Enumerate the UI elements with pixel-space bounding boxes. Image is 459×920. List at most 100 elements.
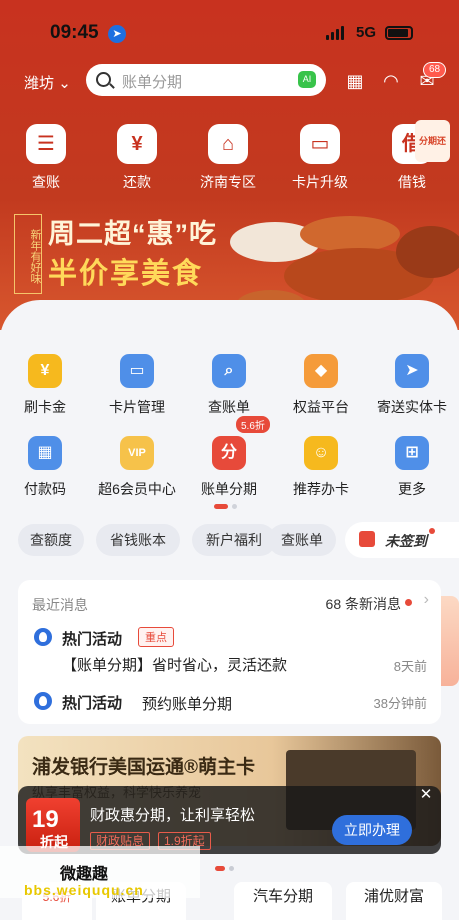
installment-popup[interactable]: 19 折起 财政惠分期，让利享轻松 财政贴息 1.9折起 立即办理 ✕ [18,786,441,854]
message-text[interactable]: 【账单分期】省时省心，灵活还款 [62,654,287,675]
discount-badge: 19 折起 [26,798,80,852]
discount-tag: 5.6折 [236,416,270,433]
coin-icon: ¥ [28,354,62,388]
service-rights[interactable]: ◆ 权益平台 [276,354,366,417]
search-bill-icon: ⌕ [212,354,246,388]
service-more[interactable]: ⊞ 更多 [367,436,457,499]
service-card-manage[interactable]: ▭ 卡片管理 [92,354,182,417]
quick-action-label: 济南专区 [200,174,256,190]
search-icon [96,72,111,87]
city-name: 潍坊 [24,75,55,92]
close-icon[interactable]: ✕ [417,786,435,804]
borrow-icon: 借 分期还 [392,120,450,164]
service-check-bill[interactable]: ⌕ 查账单 [184,354,274,417]
banner-subtitle: 半价享美食 [48,258,204,290]
apply-now-button[interactable]: 立即办理 [332,815,412,845]
recommend-car-loan[interactable]: 汽车分期 [234,882,332,920]
discount-number: 19 [32,806,59,833]
new-messages-count[interactable]: 68 条新消息 [326,594,401,614]
message-text[interactable]: 预约账单分期 [142,693,232,714]
quick-action-borrow[interactable]: 借 分期还 借钱 [374,120,450,192]
quick-action-jinan[interactable]: ⌂ 济南专区 [190,124,266,192]
fire-icon [34,692,52,710]
promo-pagination [215,866,234,871]
calendar-icon [359,531,375,547]
send-card-icon: ➤ [395,354,429,388]
notification-dot [429,528,435,534]
message-time: 38分钟前 [373,696,427,711]
banner-side-text: 新年有好味 [14,214,42,294]
quick-action-repay[interactable]: ¥ 还款 [99,124,175,192]
vip-icon: VIP [120,436,154,470]
food-image [396,226,459,278]
important-tag: 重点 [138,627,174,647]
watermark-url: bbs.weiququ.cn [24,882,144,898]
chip-savings-book[interactable]: 省钱账本 [96,524,180,556]
status-time: 09:45 [50,22,99,43]
service-send-card[interactable]: ➤ 寄送实体卡 [367,354,457,417]
service-label: 查账单 [208,399,250,415]
quick-actions: ☰ 查账 ¥ 还款 ⌂ 济南专区 ▭ 卡片升级 借 分期还 借钱 [0,120,459,194]
recommend-wealth[interactable]: 浦优财富 [346,882,442,920]
service-label: 超6会员中心 [98,481,176,497]
ai-assistant-icon[interactable]: AI [298,71,316,88]
service-label: 付款码 [24,481,66,497]
card-upgrade-icon: ▭ [300,124,340,164]
service-installment[interactable]: 分 5.6折 账单分期 [184,416,274,499]
search-bar[interactable]: 账单分期 AI [86,64,326,96]
top-toolbar: 潍坊 ⌄ 账单分期 AI ▦ ◠ ✉ 68 [0,62,459,98]
service-label: 寄送实体卡 [377,399,447,415]
shortcut-chips: 查额度 省钱账本 新户福利 查账单 未签到 [18,522,459,558]
money-bag-icon: ¥ [117,124,157,164]
service-label: 权益平台 [293,399,349,415]
pay-code-icon: ▦ [28,436,62,470]
service-vip[interactable]: VIP 超6会员中心 [92,436,182,499]
recommend-icon: ☺ [304,436,338,470]
service-label: 刷卡金 [24,399,66,415]
chevron-right-icon[interactable]: › [424,591,429,609]
food-image [300,216,400,252]
message-time: 8天前 [393,659,427,674]
quick-action-bill[interactable]: ☰ 查账 [8,124,84,192]
sign-in-label: 未签到 [385,533,427,549]
sign-in-button[interactable]: 未签到 [345,522,459,558]
messages-card[interactable]: 最近消息 68 条新消息 › 热门活动 重点 【账单分期】省时省心，灵活还款 8… [18,580,441,724]
promo-title: 浦发银行美国运通®萌主卡 [32,757,256,778]
city-selector[interactable]: 潍坊 ⌄ [24,72,71,93]
chip-check-bill[interactable]: 查账单 [268,524,336,556]
rights-icon: ◆ [304,354,338,388]
header-banner-area: 09:45 ➤ 5G 潍坊 ⌄ 账单分期 AI ▦ ◠ ✉ 68 ☰ 查账 ¥ … [0,0,459,330]
service-label: 账单分期 [201,481,257,497]
quick-action-label: 卡片升级 [292,174,348,190]
network-type: 5G [356,24,377,41]
quick-action-label: 查账 [32,174,60,190]
installment-icon: 分 [212,436,246,470]
card-icon: ▭ [120,354,154,388]
message-title: 热门活动 [62,695,123,712]
message-count-badge: 68 [423,62,447,78]
chip-new-user[interactable]: 新户福利 [192,524,276,556]
unread-dot [405,599,412,606]
chip-credit-limit[interactable]: 查额度 [18,524,84,556]
search-input[interactable]: 账单分期 [122,71,182,92]
popup-text: 财政惠分期，让利享轻松 [90,807,256,824]
quick-action-card-upgrade[interactable]: ▭ 卡片升级 [282,124,358,192]
service-recommend[interactable]: ☺ 推荐办卡 [276,436,366,499]
service-card-gold[interactable]: ¥ 刷卡金 [0,354,90,417]
service-pay-code[interactable]: ▦ 付款码 [0,436,90,499]
quick-action-label: 还款 [123,174,151,190]
recent-messages-label: 最近消息 [32,597,88,613]
scan-icon[interactable]: ▦ [344,70,366,92]
banner-title: 周二超“惠”吃 [48,219,217,249]
borrow-tag: 分期还 [414,120,450,162]
building-icon: ⌂ [208,124,248,164]
battery-icon [385,26,413,40]
status-bar: 09:45 ➤ 5G [0,0,459,64]
watermark-title: 微趣趣 [60,866,109,883]
headset-icon[interactable]: ◠ [380,70,402,92]
grid-pagination [214,504,237,509]
chevron-down-icon: ⌄ [58,75,71,92]
signal-icon [326,26,344,40]
service-label: 卡片管理 [109,399,165,415]
location-arrow-icon: ➤ [108,25,126,43]
